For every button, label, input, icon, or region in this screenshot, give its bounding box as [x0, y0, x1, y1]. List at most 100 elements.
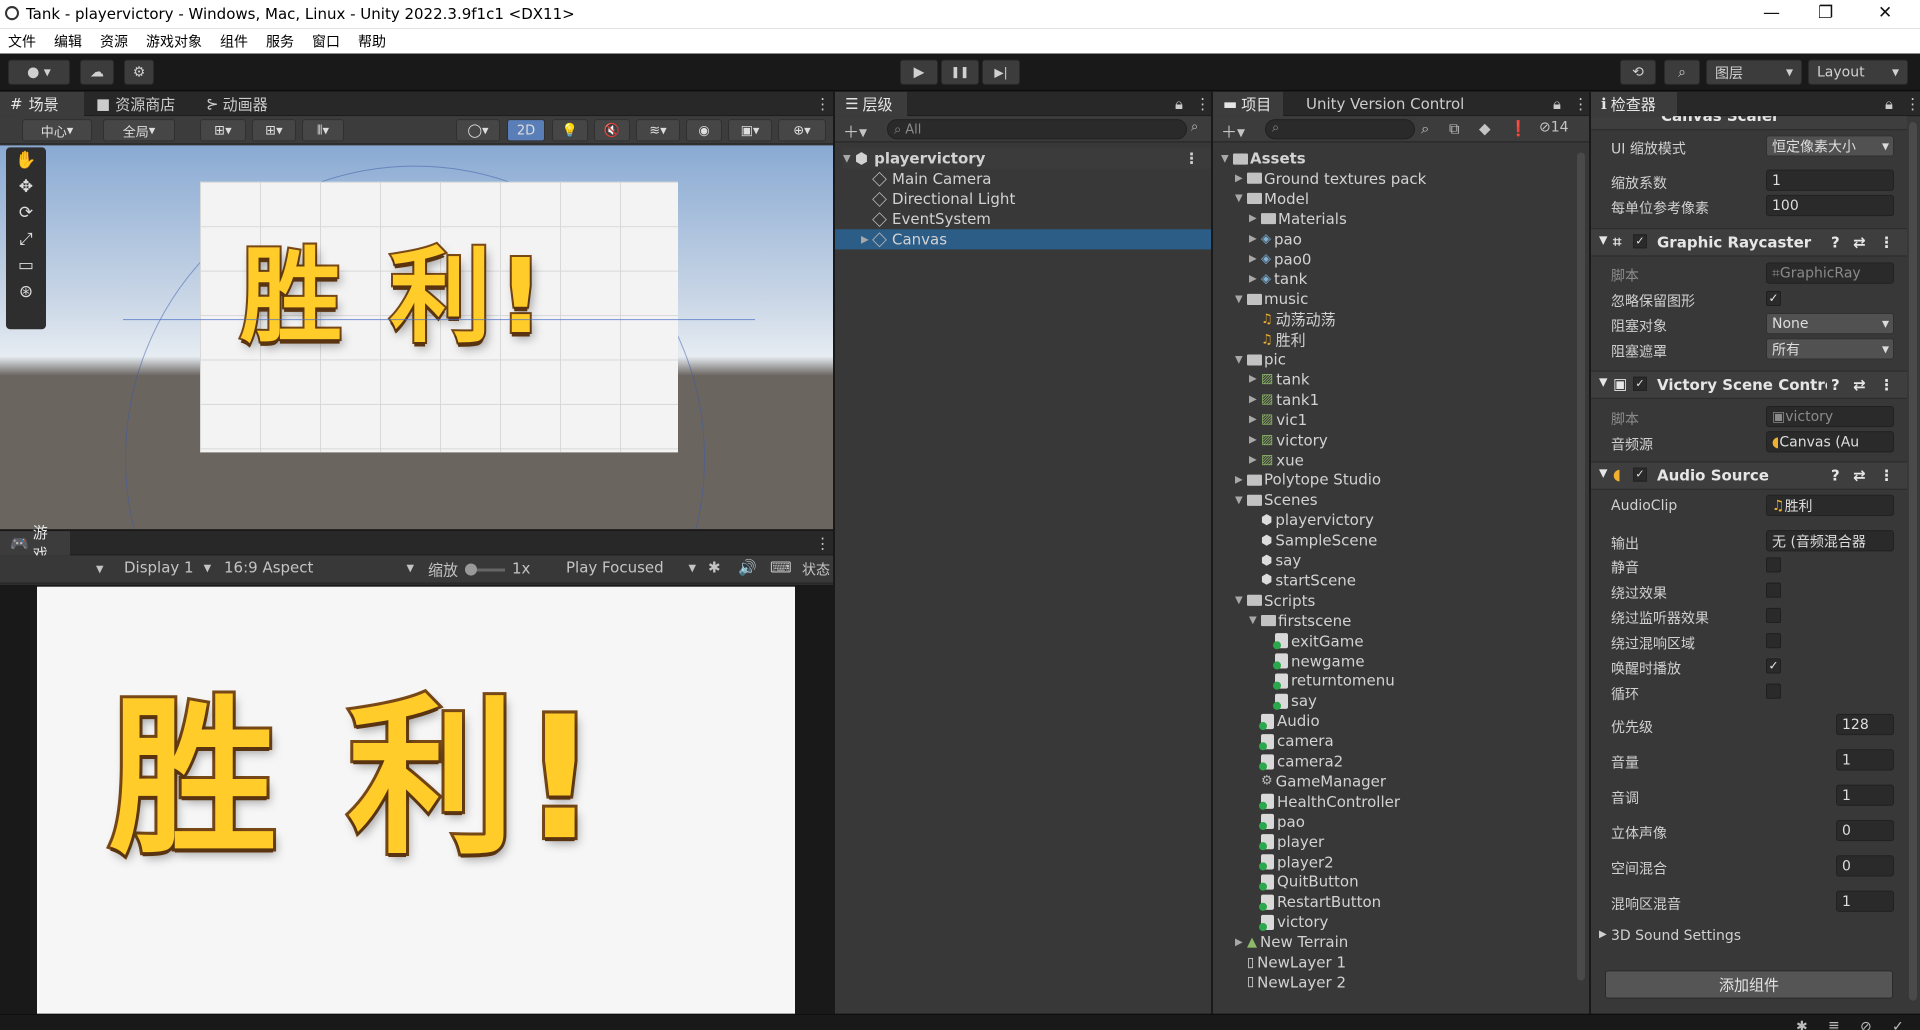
spatial-blend-input[interactable]: 0	[1836, 855, 1894, 877]
panel-menu-button[interactable]: ⋮	[1895, 92, 1920, 116]
layers-dropdown[interactable]: 图层 ▾	[1706, 59, 1802, 85]
menu-component[interactable]: 组件	[220, 31, 248, 51]
project-asset[interactable]: pao	[1249, 812, 1305, 832]
volume-input[interactable]: 1	[1836, 749, 1894, 771]
toggle-2d-button[interactable]: 2D	[507, 119, 545, 142]
project-folder[interactable]: ▶ Ground textures pack	[1235, 169, 1426, 189]
warning-icon[interactable]: ❗	[1509, 119, 1528, 137]
tab-version-control[interactable]: Unity Version Control	[1296, 92, 1474, 116]
project-folder[interactable]: ▼ Model	[1235, 189, 1309, 209]
bug-icon[interactable]: ✱	[1796, 1019, 1808, 1030]
menu-edit[interactable]: 编辑	[54, 31, 82, 51]
display-dropdown[interactable]: Display 1 ▾	[124, 558, 211, 576]
project-asset[interactable]: ▶ ◈ tank	[1249, 269, 1307, 289]
project-folder[interactable]: ▼ Assets	[1221, 148, 1306, 168]
graphic-raycaster-header[interactable]: ▼ ⌗ ✓ Graphic Raycaster? ⇄ ⋮	[1591, 228, 1907, 257]
settings-button[interactable]: ⚙	[124, 59, 154, 85]
chevron-down-icon[interactable]: ▼	[1249, 615, 1261, 626]
chevron-down-icon[interactable]: ▼	[1235, 354, 1247, 365]
project-asset[interactable]: newgame	[1263, 651, 1365, 671]
project-asset[interactable]: ⚙ GameManager	[1249, 771, 1386, 791]
chevron-right-icon[interactable]: ▶	[1249, 213, 1261, 224]
hierarchy-search-input[interactable]: ⌕ All	[887, 119, 1187, 140]
add-object-button[interactable]: ＋▾	[843, 118, 867, 142]
project-folder[interactable]: ▶ Polytope Studio	[1235, 470, 1381, 490]
pause-button[interactable]: ❚❚	[941, 59, 979, 85]
project-asset[interactable]: QuitButton	[1249, 872, 1359, 892]
project-folder[interactable]: ▼ firstscene	[1249, 611, 1351, 631]
transform-tool-icon[interactable]: ⊛	[6, 279, 46, 305]
canvas-rect[interactable]: 胜 利!	[200, 181, 678, 453]
search-button[interactable]: ⌕	[1664, 59, 1700, 85]
chevron-down-icon[interactable]: ▾	[96, 559, 104, 577]
project-asset[interactable]: ♫ 胜利	[1249, 329, 1306, 349]
play-on-awake-checkbox[interactable]: ✓	[1766, 658, 1781, 674]
project-asset[interactable]: say	[1263, 691, 1317, 711]
chevron-down-icon[interactable]: ▼	[1221, 153, 1233, 164]
preset-icon[interactable]: ⇄	[1853, 467, 1866, 485]
chevron-down-icon[interactable]: ▼	[1235, 595, 1247, 606]
create-asset-button[interactable]: ＋▾	[1221, 118, 1245, 142]
component-menu-icon[interactable]: ⋮	[1879, 467, 1894, 485]
project-asset[interactable]: ▯ NewLayer 2	[1235, 972, 1346, 992]
menu-file[interactable]: 文件	[8, 31, 36, 51]
tab-scene[interactable]: # 场景	[0, 91, 84, 117]
pitch-input[interactable]: 1	[1836, 784, 1894, 806]
menu-window[interactable]: 窗口	[312, 31, 340, 51]
rect-tool-icon[interactable]: ▭	[6, 252, 46, 278]
add-component-button[interactable]: 添加组件	[1605, 970, 1893, 999]
chevron-right-icon[interactable]: ▶	[1235, 937, 1247, 948]
hierarchy-item[interactable]: Main Camera	[861, 169, 991, 189]
blocking-mask-dropdown[interactable]: 所有 ▾	[1766, 338, 1894, 360]
chevron-right-icon[interactable]: ▶	[1249, 233, 1261, 244]
pivot-dropdown[interactable]: 中心 ▾	[22, 119, 92, 142]
scene-viewport[interactable]: 胜 利! ✋ ✥ ⟳ ⤢ ▭ ⊛	[0, 145, 833, 530]
grid-snap-button[interactable]: ⊞▾	[252, 119, 296, 142]
chevron-right-icon[interactable]: ▶	[1249, 394, 1261, 405]
chevron-down-icon[interactable]: ▼	[1235, 193, 1247, 204]
gizmos-dropdown[interactable]: ⊕▾	[778, 119, 826, 142]
chevron-right-icon[interactable]: ▶	[1249, 374, 1261, 385]
search-scope-icon[interactable]: ⌕	[1421, 119, 1429, 137]
project-scrollbar[interactable]	[1577, 152, 1585, 981]
bypass-listener-checkbox[interactable]	[1766, 607, 1781, 624]
chevron-down-icon[interactable]: ▼	[1235, 294, 1247, 305]
project-asset[interactable]: ♫ 动荡动荡	[1249, 309, 1336, 329]
project-search-input[interactable]: ⌕	[1265, 119, 1415, 140]
project-asset[interactable]: ▯ NewLayer 1	[1235, 952, 1346, 972]
increment-snap-button[interactable]: ⫴▾	[302, 119, 344, 142]
priority-input[interactable]: 128	[1836, 713, 1894, 736]
chevron-right-icon[interactable]: ▶	[1249, 414, 1261, 425]
project-asset[interactable]: player	[1249, 832, 1324, 852]
chevron-down-icon[interactable]: ▼	[1235, 495, 1247, 506]
project-asset[interactable]: Audio	[1249, 711, 1320, 731]
stats-button[interactable]: 状态	[802, 559, 830, 579]
tab-project[interactable]: ▬ 项目	[1213, 91, 1283, 117]
cache-icon[interactable]: ⊘	[1860, 1019, 1872, 1030]
speaker-icon[interactable]: 🔊	[738, 558, 757, 576]
play-button[interactable]: ▶	[900, 59, 938, 85]
hand-tool-icon[interactable]: ✋	[6, 147, 46, 173]
project-folder[interactable]: ▶ Materials	[1249, 209, 1347, 229]
project-asset[interactable]: camera	[1249, 731, 1334, 751]
preset-icon[interactable]: ⇄	[1853, 376, 1866, 394]
preset-icon[interactable]: ⇄	[1853, 233, 1866, 251]
ui-scale-mode-dropdown[interactable]: 恒定像素大小 ▾	[1766, 135, 1894, 157]
tab-hierarchy[interactable]: ☰ 层级	[835, 91, 907, 117]
maximize-button[interactable]: ❐	[1818, 3, 1833, 23]
camera-dropdown[interactable]: ▣▾	[728, 119, 772, 142]
project-asset[interactable]: ▶ ▨ tank1	[1249, 390, 1319, 410]
scene-root[interactable]: ▼ ⬢ playervictory ⋮	[843, 148, 1211, 169]
chevron-right-icon[interactable]: ▶	[1249, 434, 1261, 445]
project-asset[interactable]: ▶ ▨ tank	[1249, 369, 1310, 389]
chevron-right-icon[interactable]: ▶	[1249, 274, 1261, 285]
project-asset[interactable]: ▶ ◈ pao	[1249, 229, 1302, 249]
play-focus-dropdown[interactable]: Play Focused ▾	[566, 558, 696, 576]
visibility-toggle[interactable]: ◉	[686, 119, 722, 142]
effects-dropdown[interactable]: ≋▾	[636, 119, 680, 142]
project-asset[interactable]: ⬢ SampleScene	[1249, 530, 1377, 550]
label-icon[interactable]: ◆	[1479, 119, 1491, 137]
rotate-tool-icon[interactable]: ⟳	[6, 200, 46, 226]
project-asset[interactable]: HealthController	[1249, 791, 1400, 811]
project-asset[interactable]: ⬢ say	[1249, 550, 1301, 570]
